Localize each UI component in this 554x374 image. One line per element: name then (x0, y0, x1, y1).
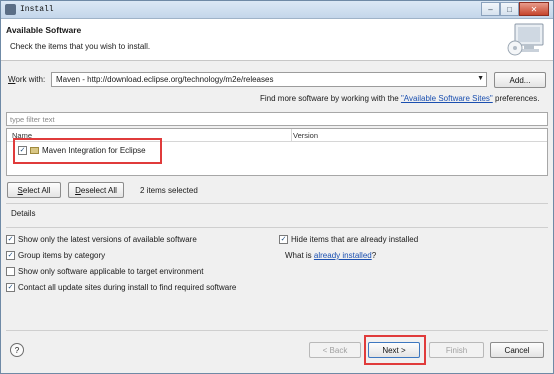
help-icon[interactable]: ? (10, 343, 24, 357)
title-bar: Install – □ ✕ (1, 1, 553, 19)
selection-count: 2 items selected (140, 186, 198, 195)
latest-versions-checkbox[interactable]: ✓ (6, 235, 15, 244)
hide-installed-label: Hide items that are already installed (291, 235, 419, 244)
close-button[interactable]: ✕ (519, 2, 549, 16)
window-controls: – □ ✕ (481, 2, 549, 16)
page-title: Available Software (6, 25, 82, 35)
available-software-sites-link[interactable]: "Available Software Sites" (401, 94, 493, 103)
divider (6, 203, 548, 204)
chevron-down-icon[interactable]: ▼ (477, 75, 484, 82)
target-environment-checkbox[interactable] (6, 267, 15, 276)
work-with-value: Maven - http://download.eclipse.org/tech… (56, 75, 274, 84)
contact-sites-option[interactable]: ✓ Contact all update sites during instal… (6, 283, 236, 292)
install-monitor-icon (507, 23, 544, 56)
target-environment-option[interactable]: Show only software applicable to target … (6, 267, 203, 276)
filter-input[interactable]: type filter text (6, 112, 548, 126)
what-is-installed-text: What is already installed? (285, 251, 377, 260)
find-more-text: Find more software by working with the "… (260, 94, 540, 103)
divider (6, 227, 548, 228)
contact-sites-label: Contact all update sites during install … (18, 283, 237, 292)
hide-installed-checkbox[interactable]: ✓ (279, 235, 288, 244)
hide-installed-option[interactable]: ✓ Hide items that are already installed (279, 235, 418, 244)
latest-versions-option[interactable]: ✓ Show only the latest versions of avail… (6, 235, 197, 244)
group-by-category-label: Group items by category (18, 251, 106, 260)
group-by-category-checkbox[interactable]: ✓ (6, 251, 15, 260)
wizard-header: Available Software Check the items that … (1, 19, 553, 61)
highlight-box (364, 335, 426, 365)
install-window: Install – □ ✕ Available Software Check t… (0, 0, 554, 374)
finish-button[interactable]: Finish (429, 342, 484, 358)
add-button[interactable]: Add... (494, 72, 546, 88)
latest-versions-label: Show only the latest versions of availab… (18, 235, 197, 244)
app-icon (5, 4, 16, 15)
column-header-version[interactable]: Version (293, 129, 318, 141)
cancel-button[interactable]: Cancel (490, 342, 544, 358)
work-with-combo[interactable]: Maven - http://download.eclipse.org/tech… (51, 72, 487, 87)
divider (6, 330, 548, 331)
details-label: Details (11, 209, 36, 218)
contact-sites-checkbox[interactable]: ✓ (6, 283, 15, 292)
already-installed-link[interactable]: already installed (314, 251, 372, 260)
highlight-box (13, 138, 162, 164)
group-by-category-option[interactable]: ✓ Group items by category (6, 251, 105, 260)
window-title: Install (20, 5, 54, 14)
select-all-button[interactable]: Select All (7, 182, 61, 198)
work-with-label: Work with: (8, 75, 46, 84)
target-environment-label: Show only software applicable to target … (18, 267, 204, 276)
deselect-all-button[interactable]: Deselect All (68, 182, 124, 198)
minimize-button[interactable]: – (481, 2, 500, 16)
page-description: Check the items that you wish to install… (10, 42, 151, 51)
maximize-button[interactable]: □ (500, 2, 519, 16)
back-button[interactable]: < Back (309, 342, 361, 358)
column-separator (291, 129, 292, 141)
